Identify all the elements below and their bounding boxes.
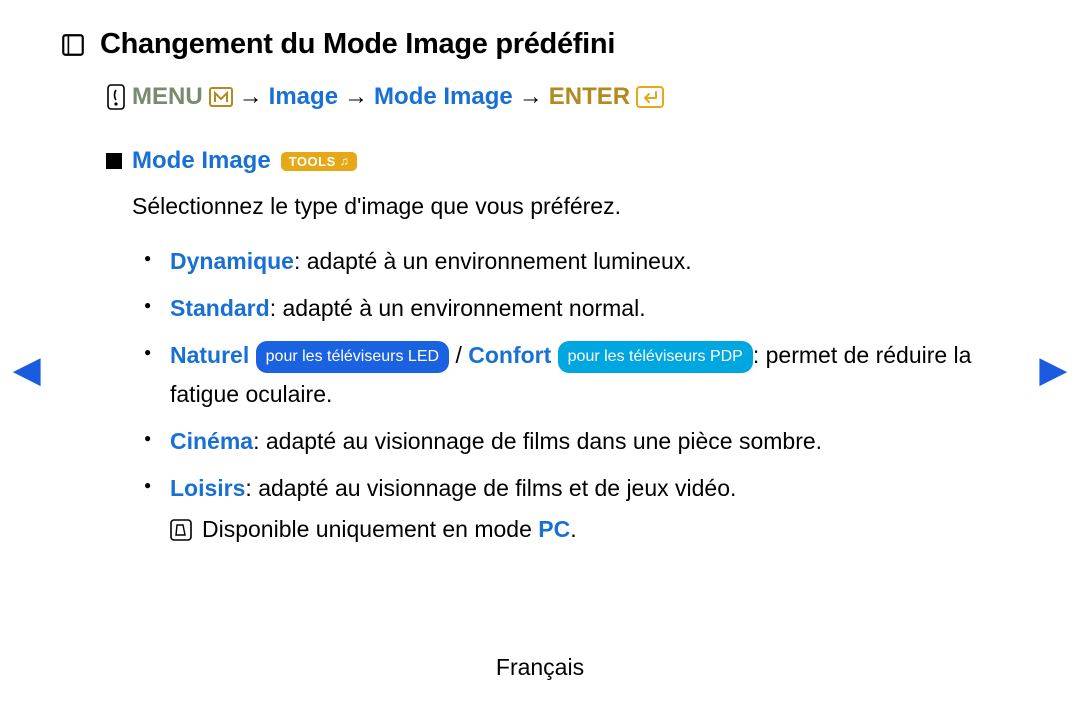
section-title: Mode Image — [132, 147, 271, 175]
list-item-cinema: Cinéma: adapté au visionnage de films da… — [170, 422, 1020, 461]
list-item-dynamique: Dynamique: adapté à un environnement lum… — [170, 242, 1020, 281]
desc-cinema: : adapté au visionnage de films dans une… — [253, 428, 822, 454]
desc-loisirs: : adapté au visionnage de films et de je… — [245, 475, 736, 501]
mode-list: Dynamique: adapté à un environnement lum… — [170, 242, 1020, 509]
label-naturel: Naturel — [170, 342, 249, 368]
arrow-sep-1: → — [239, 83, 263, 111]
nav-next-button[interactable]: ▶ — [1040, 350, 1066, 390]
tools-badge-label: TOOLS — [289, 154, 336, 169]
breadcrumb-path-modeimage: Mode Image — [374, 83, 513, 111]
note-prefix: Disponible uniquement en mode — [202, 516, 538, 542]
label-standard: Standard — [170, 295, 270, 321]
section-intro: Sélectionnez le type d'image que vous pr… — [132, 189, 1020, 224]
enter-icon — [636, 86, 664, 108]
label-dynamique: Dynamique — [170, 248, 294, 274]
sep-slash: / — [449, 342, 468, 368]
label-confort: Confort — [468, 342, 551, 368]
remote-icon — [106, 84, 126, 110]
breadcrumb: MENU → Image → Mode Image → ENTER — [106, 83, 1020, 111]
breadcrumb-menu: MENU — [132, 83, 203, 111]
tools-badge: TOOLS ♫ — [281, 152, 358, 171]
note-period: . — [570, 516, 576, 542]
desc-dynamique: : adapté à un environnement lumineux. — [294, 248, 692, 274]
list-item-standard: Standard: adapté à un environnement norm… — [170, 289, 1020, 328]
tools-note-icon: ♫ — [340, 154, 350, 168]
pill-pdp: pour les téléviseurs PDP — [558, 341, 753, 373]
breadcrumb-path-image: Image — [269, 83, 338, 111]
note-pc: PC — [538, 516, 570, 542]
book-icon — [60, 32, 86, 58]
arrow-sep-2: → — [344, 83, 368, 111]
label-cinema: Cinéma — [170, 428, 253, 454]
list-item-naturel-confort: Naturel pour les téléviseurs LED / Confo… — [170, 336, 1020, 414]
list-item-loisirs: Loisirs: adapté au visionnage de films e… — [170, 469, 1020, 508]
note-row: Disponible uniquement en mode PC. — [170, 516, 1020, 543]
footer-language: Français — [0, 654, 1080, 681]
nav-prev-button[interactable]: ◀ — [14, 350, 40, 390]
note-icon — [170, 519, 192, 541]
breadcrumb-enter: ENTER — [549, 83, 630, 111]
square-bullet-icon — [106, 153, 122, 169]
arrow-sep-3: → — [519, 83, 543, 111]
pill-led: pour les téléviseurs LED — [256, 341, 449, 373]
label-loisirs: Loisirs — [170, 475, 245, 501]
page-title: Changement du Mode Image prédéfini — [100, 28, 615, 61]
desc-standard: : adapté à un environnement normal. — [270, 295, 646, 321]
menu-m-icon — [209, 87, 233, 107]
